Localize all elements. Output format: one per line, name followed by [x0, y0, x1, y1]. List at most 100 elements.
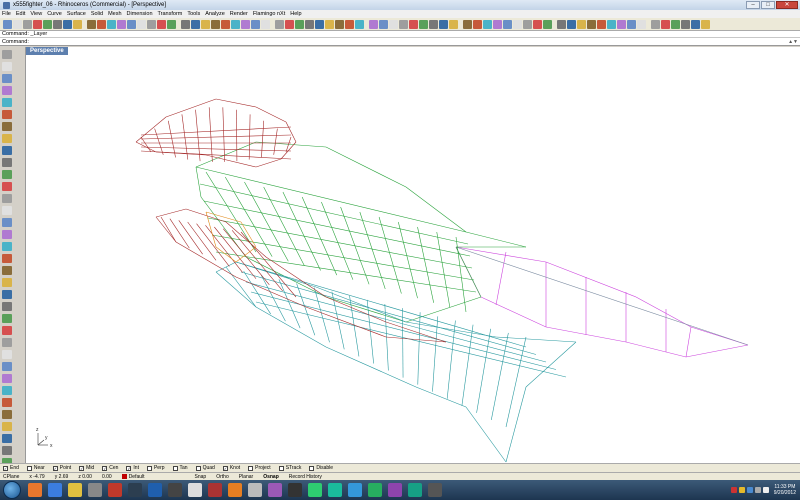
- toolbar-tool-icon[interactable]: [191, 19, 200, 29]
- left-tool-icon[interactable]: [2, 86, 12, 95]
- menu-edit[interactable]: Edit: [16, 11, 25, 17]
- osnap-checkbox[interactable]: ✓: [3, 465, 8, 471]
- toolbar-tool-icon[interactable]: [97, 19, 106, 29]
- toolbar-tool-icon[interactable]: [671, 19, 680, 29]
- toolbar-tool-icon[interactable]: [251, 19, 260, 29]
- osnap-checkbox[interactable]: [195, 465, 201, 471]
- toolbar-tool-icon[interactable]: [389, 19, 398, 29]
- taskbar-app-icon[interactable]: [128, 483, 142, 497]
- toolbar-tool-icon[interactable]: [637, 19, 646, 29]
- left-tool-icon[interactable]: [2, 98, 12, 107]
- ortho-toggle[interactable]: Ortho: [216, 474, 229, 480]
- toolbar-tool-icon[interactable]: [607, 19, 616, 29]
- toolbar-tool-icon[interactable]: [419, 19, 428, 29]
- volume-icon[interactable]: [754, 487, 761, 493]
- osnap-checkbox[interactable]: ✓: [126, 465, 132, 471]
- left-tool-icon[interactable]: [2, 338, 12, 347]
- toolbar-tool-icon[interactable]: [167, 19, 176, 29]
- perspective-viewport[interactable]: z xy Perspective: [26, 47, 800, 463]
- toolbar-tool-icon[interactable]: [587, 19, 596, 29]
- taskbar-app-icon[interactable]: [388, 483, 402, 497]
- osnap-point[interactable]: ✓ Point: [52, 465, 71, 471]
- toolbar-tool-icon[interactable]: [355, 19, 364, 29]
- toolbar-tool-icon[interactable]: [473, 19, 482, 29]
- osnap-checkbox[interactable]: ✓: [79, 465, 85, 471]
- snap-toggle[interactable]: Snap: [195, 474, 207, 480]
- left-tool-icon[interactable]: [2, 110, 12, 119]
- toolbar-tool-icon[interactable]: [661, 19, 670, 29]
- toolbar-tool-icon[interactable]: [483, 19, 492, 29]
- left-tool-icon[interactable]: [2, 194, 12, 203]
- osnap-checkbox[interactable]: ✓: [222, 465, 228, 471]
- toolbar-tool-icon[interactable]: [13, 19, 22, 29]
- osnap-project[interactable]: Project: [248, 465, 271, 471]
- toolbar-tool-icon[interactable]: [399, 19, 408, 29]
- osnap-disable[interactable]: Disable: [309, 465, 333, 471]
- taskbar-app-icon[interactable]: [48, 483, 62, 497]
- menu-curve[interactable]: Curve: [47, 11, 62, 17]
- toolbar-tool-icon[interactable]: [285, 19, 294, 29]
- toolbar-tool-icon[interactable]: [651, 19, 660, 29]
- toolbar-tool-icon[interactable]: [523, 19, 532, 29]
- left-tool-icon[interactable]: [2, 374, 12, 383]
- close-button[interactable]: ✕: [776, 1, 798, 9]
- wireframe-model[interactable]: z xy: [26, 47, 800, 463]
- left-tool-icon[interactable]: [2, 62, 12, 71]
- left-tool-icon[interactable]: [2, 122, 12, 131]
- toolbar-tool-icon[interactable]: [557, 19, 566, 29]
- taskbar-app-icon[interactable]: [108, 483, 122, 497]
- toolbar-tool-icon[interactable]: [63, 19, 72, 29]
- taskbar-app-icon[interactable]: [268, 483, 282, 497]
- toolbar-tool-icon[interactable]: [23, 19, 32, 29]
- planar-toggle[interactable]: Planar: [239, 474, 253, 480]
- menu-view[interactable]: View: [30, 11, 42, 17]
- minimize-button[interactable]: –: [746, 1, 760, 9]
- left-tool-icon[interactable]: [2, 326, 12, 335]
- tray-icon-2[interactable]: [738, 487, 745, 493]
- osnap-near[interactable]: Near: [26, 465, 45, 471]
- menu-mesh[interactable]: Mesh: [108, 11, 121, 17]
- left-tool-icon[interactable]: [2, 446, 12, 455]
- left-tool-icon[interactable]: [2, 290, 12, 299]
- toolbar-tool-icon[interactable]: [463, 19, 472, 29]
- toolbar-tool-icon[interactable]: [597, 19, 606, 29]
- left-tool-icon[interactable]: [2, 362, 12, 371]
- left-tool-icon[interactable]: [2, 158, 12, 167]
- toolbar-tool-icon[interactable]: [379, 19, 388, 29]
- taskbar-app-icon[interactable]: [228, 483, 242, 497]
- toolbar-tool-icon[interactable]: [127, 19, 136, 29]
- taskbar-app-icon[interactable]: [428, 483, 442, 497]
- menu-render[interactable]: Render: [230, 11, 248, 17]
- left-tool-icon[interactable]: [2, 134, 12, 143]
- osnap-checkbox[interactable]: [309, 465, 315, 471]
- toolbar-tool-icon[interactable]: [305, 19, 314, 29]
- toolbar-tool-icon[interactable]: [315, 19, 324, 29]
- menu-dimension[interactable]: Dimension: [127, 11, 153, 17]
- toolbar-tool-icon[interactable]: [701, 19, 710, 29]
- toolbar-tool-icon[interactable]: [73, 19, 82, 29]
- viewport-title-tab[interactable]: Perspective: [26, 47, 68, 55]
- taskbar-app-icon[interactable]: [368, 483, 382, 497]
- left-tool-icon[interactable]: [2, 182, 12, 191]
- osnap-checkbox[interactable]: ✓: [52, 465, 58, 471]
- taskbar-app-icon[interactable]: [208, 483, 222, 497]
- taskbar-app-icon[interactable]: [88, 483, 102, 497]
- menu-help[interactable]: Help: [290, 11, 301, 17]
- toolbar-tool-icon[interactable]: [3, 19, 12, 29]
- left-tool-icon[interactable]: [2, 398, 12, 407]
- left-tool-icon[interactable]: [2, 410, 12, 419]
- osnap-perp[interactable]: Perp: [146, 465, 165, 471]
- maximize-button[interactable]: □: [761, 1, 775, 9]
- toolbar-tool-icon[interactable]: [181, 19, 190, 29]
- toolbar-tool-icon[interactable]: [681, 19, 690, 29]
- toolbar-tool-icon[interactable]: [345, 19, 354, 29]
- taskbar-app-icon[interactable]: [68, 483, 82, 497]
- osnap-knot[interactable]: ✓ Knot: [222, 465, 240, 471]
- toolbar-tool-icon[interactable]: [137, 19, 146, 29]
- toolbar-tool-icon[interactable]: [201, 19, 210, 29]
- menu-file[interactable]: File: [2, 11, 11, 17]
- osnap-int[interactable]: ✓ Int: [126, 465, 139, 471]
- status-layer[interactable]: Default: [121, 474, 145, 480]
- start-button[interactable]: [3, 481, 21, 499]
- toolbar-tool-icon[interactable]: [107, 19, 116, 29]
